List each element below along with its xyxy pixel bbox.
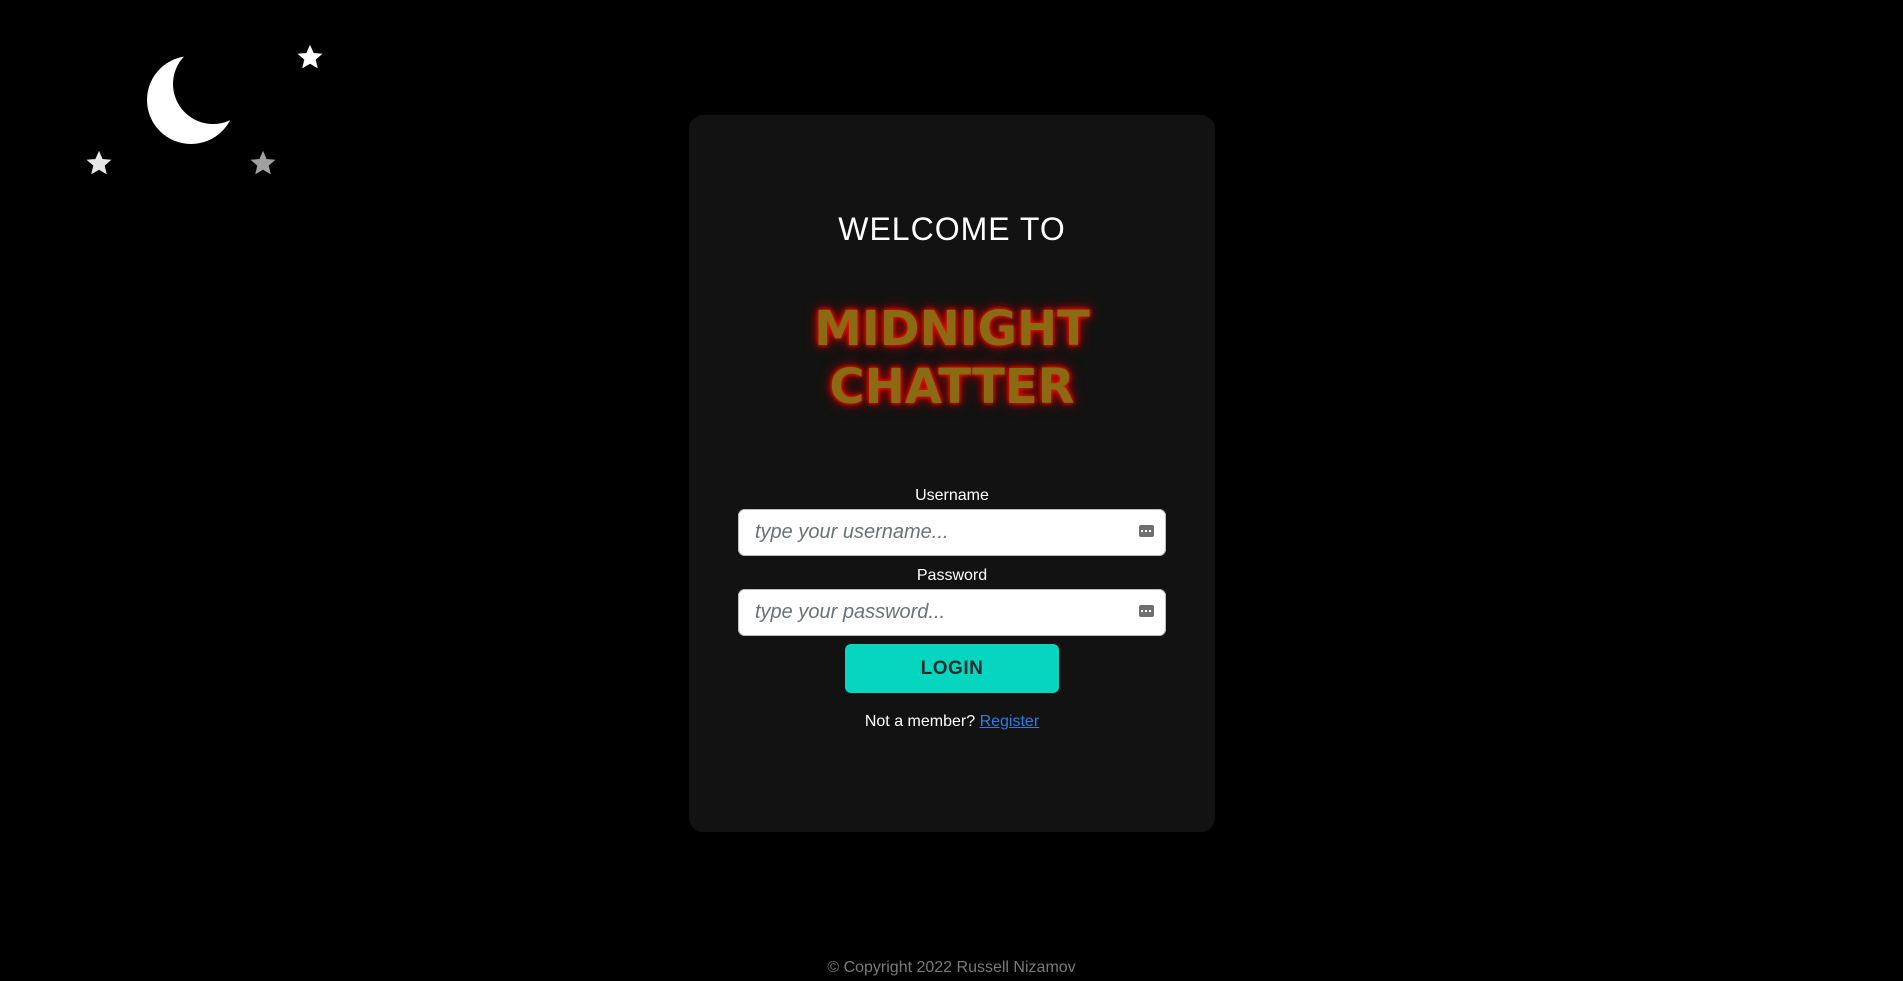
username-input[interactable] — [738, 509, 1166, 556]
footer-copyright: © Copyright 2022 Russell Nizamov — [827, 959, 1076, 976]
welcome-heading: WELCOME TO — [838, 211, 1066, 247]
register-link[interactable]: Register — [980, 713, 1040, 730]
brand-logo-text: MIDNIGHT CHATTER — [689, 300, 1215, 416]
password-field-wrapper — [738, 589, 1166, 636]
autofill-key-icon[interactable] — [1139, 525, 1154, 537]
star-icon — [249, 149, 277, 177]
password-input[interactable] — [738, 589, 1166, 636]
not-member-text: Not a member? — [864, 713, 976, 730]
username-field-wrapper — [738, 509, 1166, 556]
login-button[interactable]: LOGIN — [845, 644, 1059, 693]
login-card: WELCOME TO MIDNIGHT CHATTER Username Pas… — [689, 115, 1215, 832]
autofill-key-icon[interactable] — [1139, 605, 1154, 617]
password-label: Password — [916, 567, 988, 584]
brand-line-2: CHATTER — [829, 359, 1075, 415]
register-prompt: Not a member? Register — [689, 713, 1215, 731]
brand-line-1: MIDNIGHT — [814, 301, 1090, 357]
star-icon — [85, 149, 113, 177]
crescent-moon-icon — [147, 52, 243, 148]
star-icon — [296, 43, 324, 71]
username-label: Username — [915, 487, 989, 504]
login-page: WELCOME TO MIDNIGHT CHATTER Username Pas… — [0, 0, 1903, 981]
